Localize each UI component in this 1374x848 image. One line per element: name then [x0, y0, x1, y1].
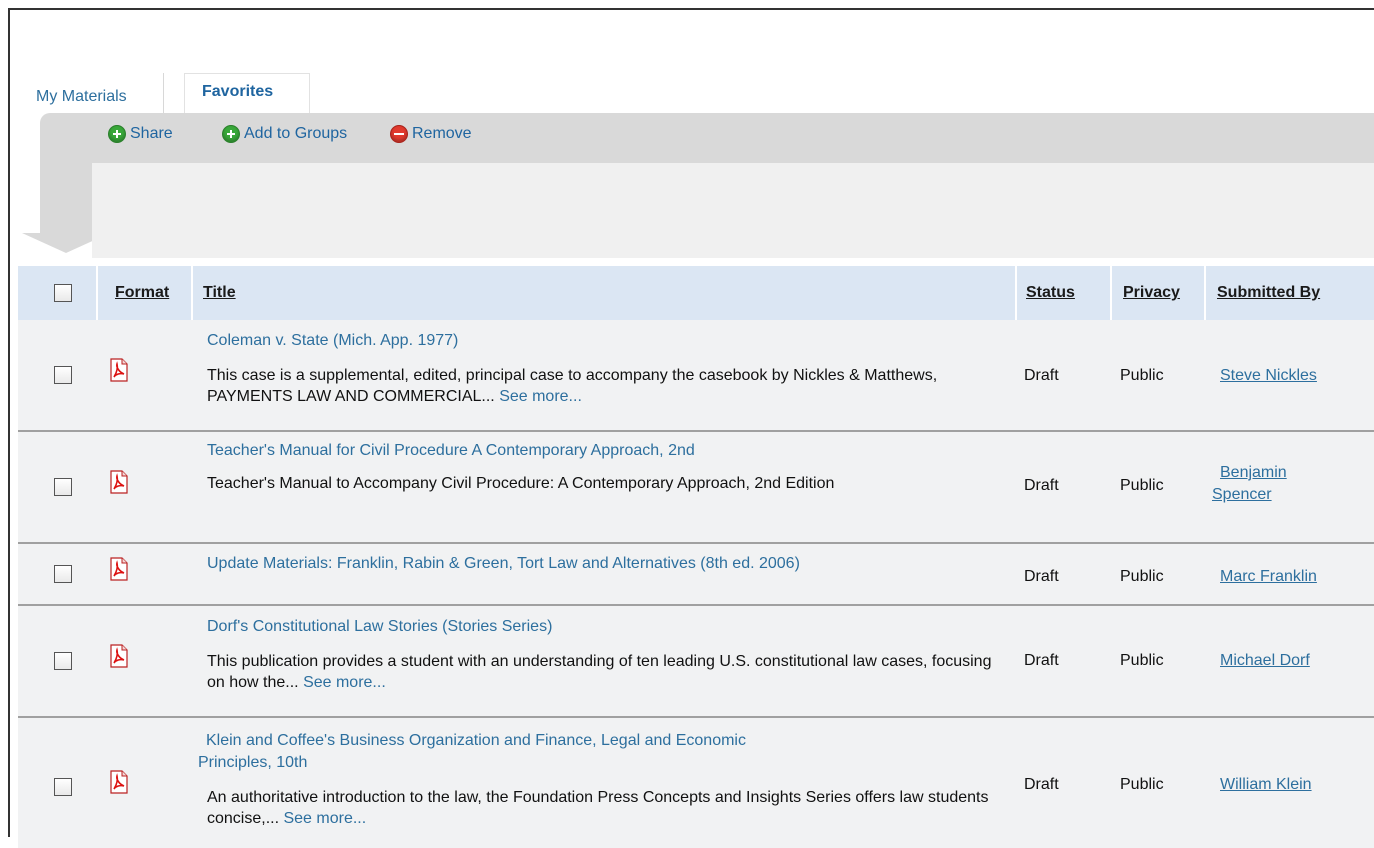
status-value: Draft: [1024, 477, 1059, 494]
see-more-link[interactable]: See more...: [283, 810, 366, 827]
plus-circle-icon: [222, 125, 240, 143]
select-all-checkbox[interactable]: [54, 284, 72, 302]
column-divider: [96, 266, 98, 320]
submitted-by-link[interactable]: Michael Dorf: [1220, 650, 1310, 672]
pdf-icon[interactable]: [106, 644, 130, 668]
status-value: Draft: [1024, 568, 1059, 585]
pdf-icon[interactable]: [106, 358, 130, 382]
see-more-link[interactable]: See more...: [499, 388, 582, 405]
submitted-by-link[interactable]: Marc Franklin: [1220, 566, 1317, 588]
status-value: Draft: [1024, 367, 1059, 384]
remove-button[interactable]: Remove: [390, 125, 472, 143]
column-divider: [1015, 266, 1017, 320]
submitted-by-link[interactable]: Steve Nickles: [1220, 365, 1317, 387]
remove-label: Remove: [412, 125, 472, 142]
material-title-link[interactable]: Coleman v. State (Mich. App. 1977): [207, 332, 458, 350]
selection-arrow: [40, 163, 92, 233]
privacy-value: Public: [1120, 652, 1164, 669]
table-header: Format Title Status Privacy Submitted By: [18, 266, 1374, 320]
table-row: Klein and Coffee's Business Organization…: [18, 718, 1374, 848]
column-header-submitted-by[interactable]: Submitted By: [1217, 266, 1320, 320]
share-label: Share: [130, 125, 173, 142]
add-to-groups-button[interactable]: Add to Groups: [222, 125, 347, 143]
row-checkbox[interactable]: [54, 478, 72, 496]
privacy-value: Public: [1120, 776, 1164, 793]
share-button[interactable]: Share: [108, 125, 173, 143]
material-description: An authoritative introduction to the law…: [207, 787, 1007, 829]
toolbar-panel: [92, 163, 1374, 258]
row-checkbox[interactable]: [54, 652, 72, 670]
column-divider: [1204, 266, 1206, 320]
column-divider: [191, 266, 193, 320]
material-title-link[interactable]: Klein and Coffee's Business Organization…: [198, 730, 746, 774]
see-more-link[interactable]: See more...: [303, 674, 386, 691]
column-divider: [1110, 266, 1112, 320]
add-to-groups-label: Add to Groups: [244, 125, 348, 142]
privacy-value: Public: [1120, 568, 1164, 585]
submitted-by-link[interactable]: Benjamin Spencer: [1212, 462, 1332, 506]
table-row: Dorf's Constitutional Law Stories (Stori…: [18, 606, 1374, 718]
tab-my-materials[interactable]: My Materials: [16, 73, 164, 113]
material-title-link[interactable]: Dorf's Constitutional Law Stories (Stori…: [207, 618, 552, 636]
pdf-icon[interactable]: [106, 470, 130, 494]
submitted-by-last: Spencer: [1212, 486, 1272, 503]
title-line-1: Klein and Coffee's Business Organization…: [206, 732, 746, 749]
row-checkbox[interactable]: [54, 565, 72, 583]
title-line-2: Principles, 10th: [198, 754, 308, 771]
column-header-format[interactable]: Format: [115, 266, 169, 320]
privacy-value: Public: [1120, 477, 1164, 494]
privacy-value: Public: [1120, 367, 1164, 384]
minus-circle-icon: [390, 125, 408, 143]
status-value: Draft: [1024, 776, 1059, 793]
material-title-link[interactable]: Teacher's Manual for Civil Procedure A C…: [207, 442, 695, 460]
table-row: Update Materials: Franklin, Rabin & Gree…: [18, 544, 1374, 606]
submitted-by-first: Benjamin: [1220, 464, 1287, 481]
table-row: Coleman v. State (Mich. App. 1977) This …: [18, 320, 1374, 432]
column-header-privacy[interactable]: Privacy: [1123, 266, 1180, 320]
material-description: This publication provides a student with…: [207, 651, 1007, 693]
material-description: This case is a supplemental, edited, pri…: [207, 365, 1007, 407]
plus-circle-icon: [108, 125, 126, 143]
tab-favorites[interactable]: Favorites: [184, 73, 310, 113]
submitted-by-link[interactable]: William Klein: [1220, 774, 1312, 796]
material-title-link[interactable]: Update Materials: Franklin, Rabin & Gree…: [207, 555, 800, 573]
materials-table: Format Title Status Privacy Submitted By…: [18, 266, 1374, 848]
row-checkbox[interactable]: [54, 366, 72, 384]
material-description: Teacher's Manual to Accompany Civil Proc…: [207, 475, 835, 492]
table-row: Teacher's Manual for Civil Procedure A C…: [18, 432, 1374, 544]
row-checkbox[interactable]: [54, 778, 72, 796]
pdf-icon[interactable]: [106, 557, 130, 581]
column-header-title[interactable]: Title: [203, 266, 236, 320]
status-value: Draft: [1024, 652, 1059, 669]
column-header-status[interactable]: Status: [1026, 266, 1075, 320]
pdf-icon[interactable]: [106, 770, 130, 794]
